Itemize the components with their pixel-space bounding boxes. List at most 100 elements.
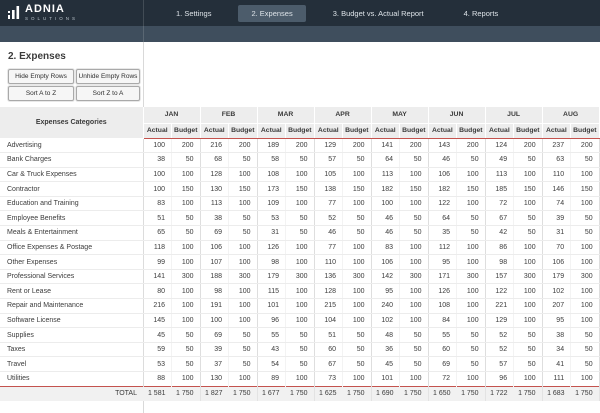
category-cell[interactable]: Employee Benefits	[0, 211, 143, 226]
value-cell[interactable]: 50	[229, 153, 258, 168]
value-cell[interactable]: 50	[514, 342, 543, 357]
nav-tab-4[interactable]: 4. Reports	[451, 5, 512, 22]
value-cell[interactable]: 50	[343, 153, 372, 168]
value-cell[interactable]: 100	[343, 255, 372, 270]
value-cell[interactable]: 50	[571, 226, 600, 241]
value-cell[interactable]: 50	[172, 226, 201, 241]
value-cell[interactable]: 171	[428, 269, 457, 284]
value-cell[interactable]: 72	[428, 372, 457, 387]
value-cell[interactable]: 46	[314, 226, 343, 241]
value-cell[interactable]: 45	[371, 357, 400, 372]
value-cell[interactable]: 122	[485, 284, 514, 299]
value-cell[interactable]: 100	[514, 313, 543, 328]
value-cell[interactable]: 50	[400, 153, 429, 168]
value-cell[interactable]: 100	[514, 196, 543, 211]
category-cell[interactable]: Bank Charges	[0, 153, 143, 168]
value-cell[interactable]: 51	[314, 328, 343, 343]
value-cell[interactable]: 107	[200, 255, 229, 270]
sort-a-to-z-button[interactable]: Sort A to Z	[8, 86, 74, 101]
value-cell[interactable]: 216	[143, 299, 172, 314]
value-cell[interactable]: 100	[571, 240, 600, 255]
value-cell[interactable]: 150	[571, 182, 600, 197]
nav-tab-3[interactable]: 3. Budget vs. Actual Report	[320, 5, 437, 22]
category-cell[interactable]: Rent or Lease	[0, 284, 143, 299]
value-cell[interactable]: 50	[514, 226, 543, 241]
value-cell[interactable]: 150	[457, 182, 486, 197]
value-cell[interactable]: 50	[400, 226, 429, 241]
value-cell[interactable]: 50	[229, 211, 258, 226]
value-cell[interactable]: 48	[371, 328, 400, 343]
value-cell[interactable]: 50	[229, 357, 258, 372]
value-cell[interactable]: 100	[400, 299, 429, 314]
value-cell[interactable]: 100	[200, 313, 229, 328]
value-cell[interactable]: 106	[200, 240, 229, 255]
value-cell[interactable]: 100	[172, 299, 201, 314]
value-cell[interactable]: 55	[257, 328, 286, 343]
value-cell[interactable]: 95	[371, 284, 400, 299]
value-cell[interactable]: 95	[428, 255, 457, 270]
value-cell[interactable]: 50	[400, 357, 429, 372]
value-cell[interactable]: 150	[514, 182, 543, 197]
value-cell[interactable]: 88	[143, 372, 172, 387]
value-cell[interactable]: 31	[257, 226, 286, 241]
value-cell[interactable]: 69	[200, 226, 229, 241]
value-cell[interactable]: 50	[571, 153, 600, 168]
value-cell[interactable]: 150	[400, 182, 429, 197]
value-cell[interactable]: 115	[257, 284, 286, 299]
value-cell[interactable]: 105	[314, 167, 343, 182]
value-cell[interactable]: 50	[400, 342, 429, 357]
value-cell[interactable]: 77	[314, 240, 343, 255]
value-cell[interactable]: 83	[143, 196, 172, 211]
value-cell[interactable]: 100	[400, 372, 429, 387]
value-cell[interactable]: 35	[428, 226, 457, 241]
value-cell[interactable]: 100	[371, 196, 400, 211]
value-cell[interactable]: 38	[143, 153, 172, 168]
value-cell[interactable]: 141	[371, 138, 400, 153]
value-cell[interactable]: 129	[314, 138, 343, 153]
value-cell[interactable]: 100	[400, 240, 429, 255]
value-cell[interactable]: 100	[229, 284, 258, 299]
value-cell[interactable]: 100	[286, 167, 315, 182]
value-cell[interactable]: 207	[542, 299, 571, 314]
value-cell[interactable]: 50	[286, 211, 315, 226]
value-cell[interactable]: 100	[571, 196, 600, 211]
value-cell[interactable]: 50	[343, 211, 372, 226]
value-cell[interactable]: 100	[343, 284, 372, 299]
value-cell[interactable]: 50	[457, 153, 486, 168]
value-cell[interactable]: 100	[400, 255, 429, 270]
value-cell[interactable]: 100	[286, 196, 315, 211]
value-cell[interactable]: 98	[485, 255, 514, 270]
value-cell[interactable]: 200	[571, 138, 600, 153]
value-cell[interactable]: 100	[343, 299, 372, 314]
value-cell[interactable]: 145	[143, 313, 172, 328]
value-cell[interactable]: 34	[542, 342, 571, 357]
value-cell[interactable]: 200	[172, 138, 201, 153]
value-cell[interactable]: 50	[457, 211, 486, 226]
value-cell[interactable]: 100	[229, 255, 258, 270]
value-cell[interactable]: 50	[514, 328, 543, 343]
value-cell[interactable]: 240	[371, 299, 400, 314]
value-cell[interactable]: 146	[542, 182, 571, 197]
value-cell[interactable]: 200	[343, 138, 372, 153]
value-cell[interactable]: 53	[257, 211, 286, 226]
value-cell[interactable]: 109	[257, 196, 286, 211]
value-cell[interactable]: 100	[172, 255, 201, 270]
value-cell[interactable]: 111	[542, 372, 571, 387]
value-cell[interactable]: 188	[200, 269, 229, 284]
value-cell[interactable]: 100	[172, 240, 201, 255]
value-cell[interactable]: 95	[542, 313, 571, 328]
value-cell[interactable]: 182	[428, 182, 457, 197]
value-cell[interactable]: 138	[314, 182, 343, 197]
value-cell[interactable]: 100	[514, 255, 543, 270]
value-cell[interactable]: 39	[542, 211, 571, 226]
value-cell[interactable]: 42	[485, 226, 514, 241]
category-cell[interactable]: Utilities	[0, 372, 143, 387]
value-cell[interactable]: 100	[400, 167, 429, 182]
value-cell[interactable]: 100	[571, 372, 600, 387]
value-cell[interactable]: 65	[143, 226, 172, 241]
category-cell[interactable]: Travel	[0, 357, 143, 372]
value-cell[interactable]: 98	[257, 255, 286, 270]
value-cell[interactable]: 182	[371, 182, 400, 197]
value-cell[interactable]: 52	[485, 328, 514, 343]
value-cell[interactable]: 86	[485, 240, 514, 255]
